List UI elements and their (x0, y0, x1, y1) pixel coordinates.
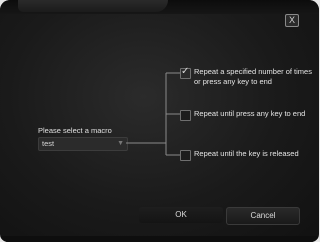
option-label: Repeat a specified number of times or pr… (194, 67, 312, 86)
ok-button[interactable]: OK (139, 207, 223, 223)
option-label: Repeat until press any key to end (194, 109, 306, 118)
option-label: Repeat until the key is released (194, 149, 299, 158)
macro-repeat-dialog: X Please select a macro test ▼ ✓ Repeat … (0, 0, 319, 242)
checkbox-repeat-until-release[interactable] (180, 150, 191, 161)
bottom-edge (0, 236, 319, 242)
option-connector-bracket (126, 72, 180, 156)
cancel-button[interactable]: Cancel (226, 207, 300, 225)
checkbox-repeat-count[interactable]: ✓ (180, 66, 191, 79)
checkmark-icon: ✓ (181, 66, 190, 77)
checkbox-repeat-until-key[interactable] (180, 110, 191, 121)
